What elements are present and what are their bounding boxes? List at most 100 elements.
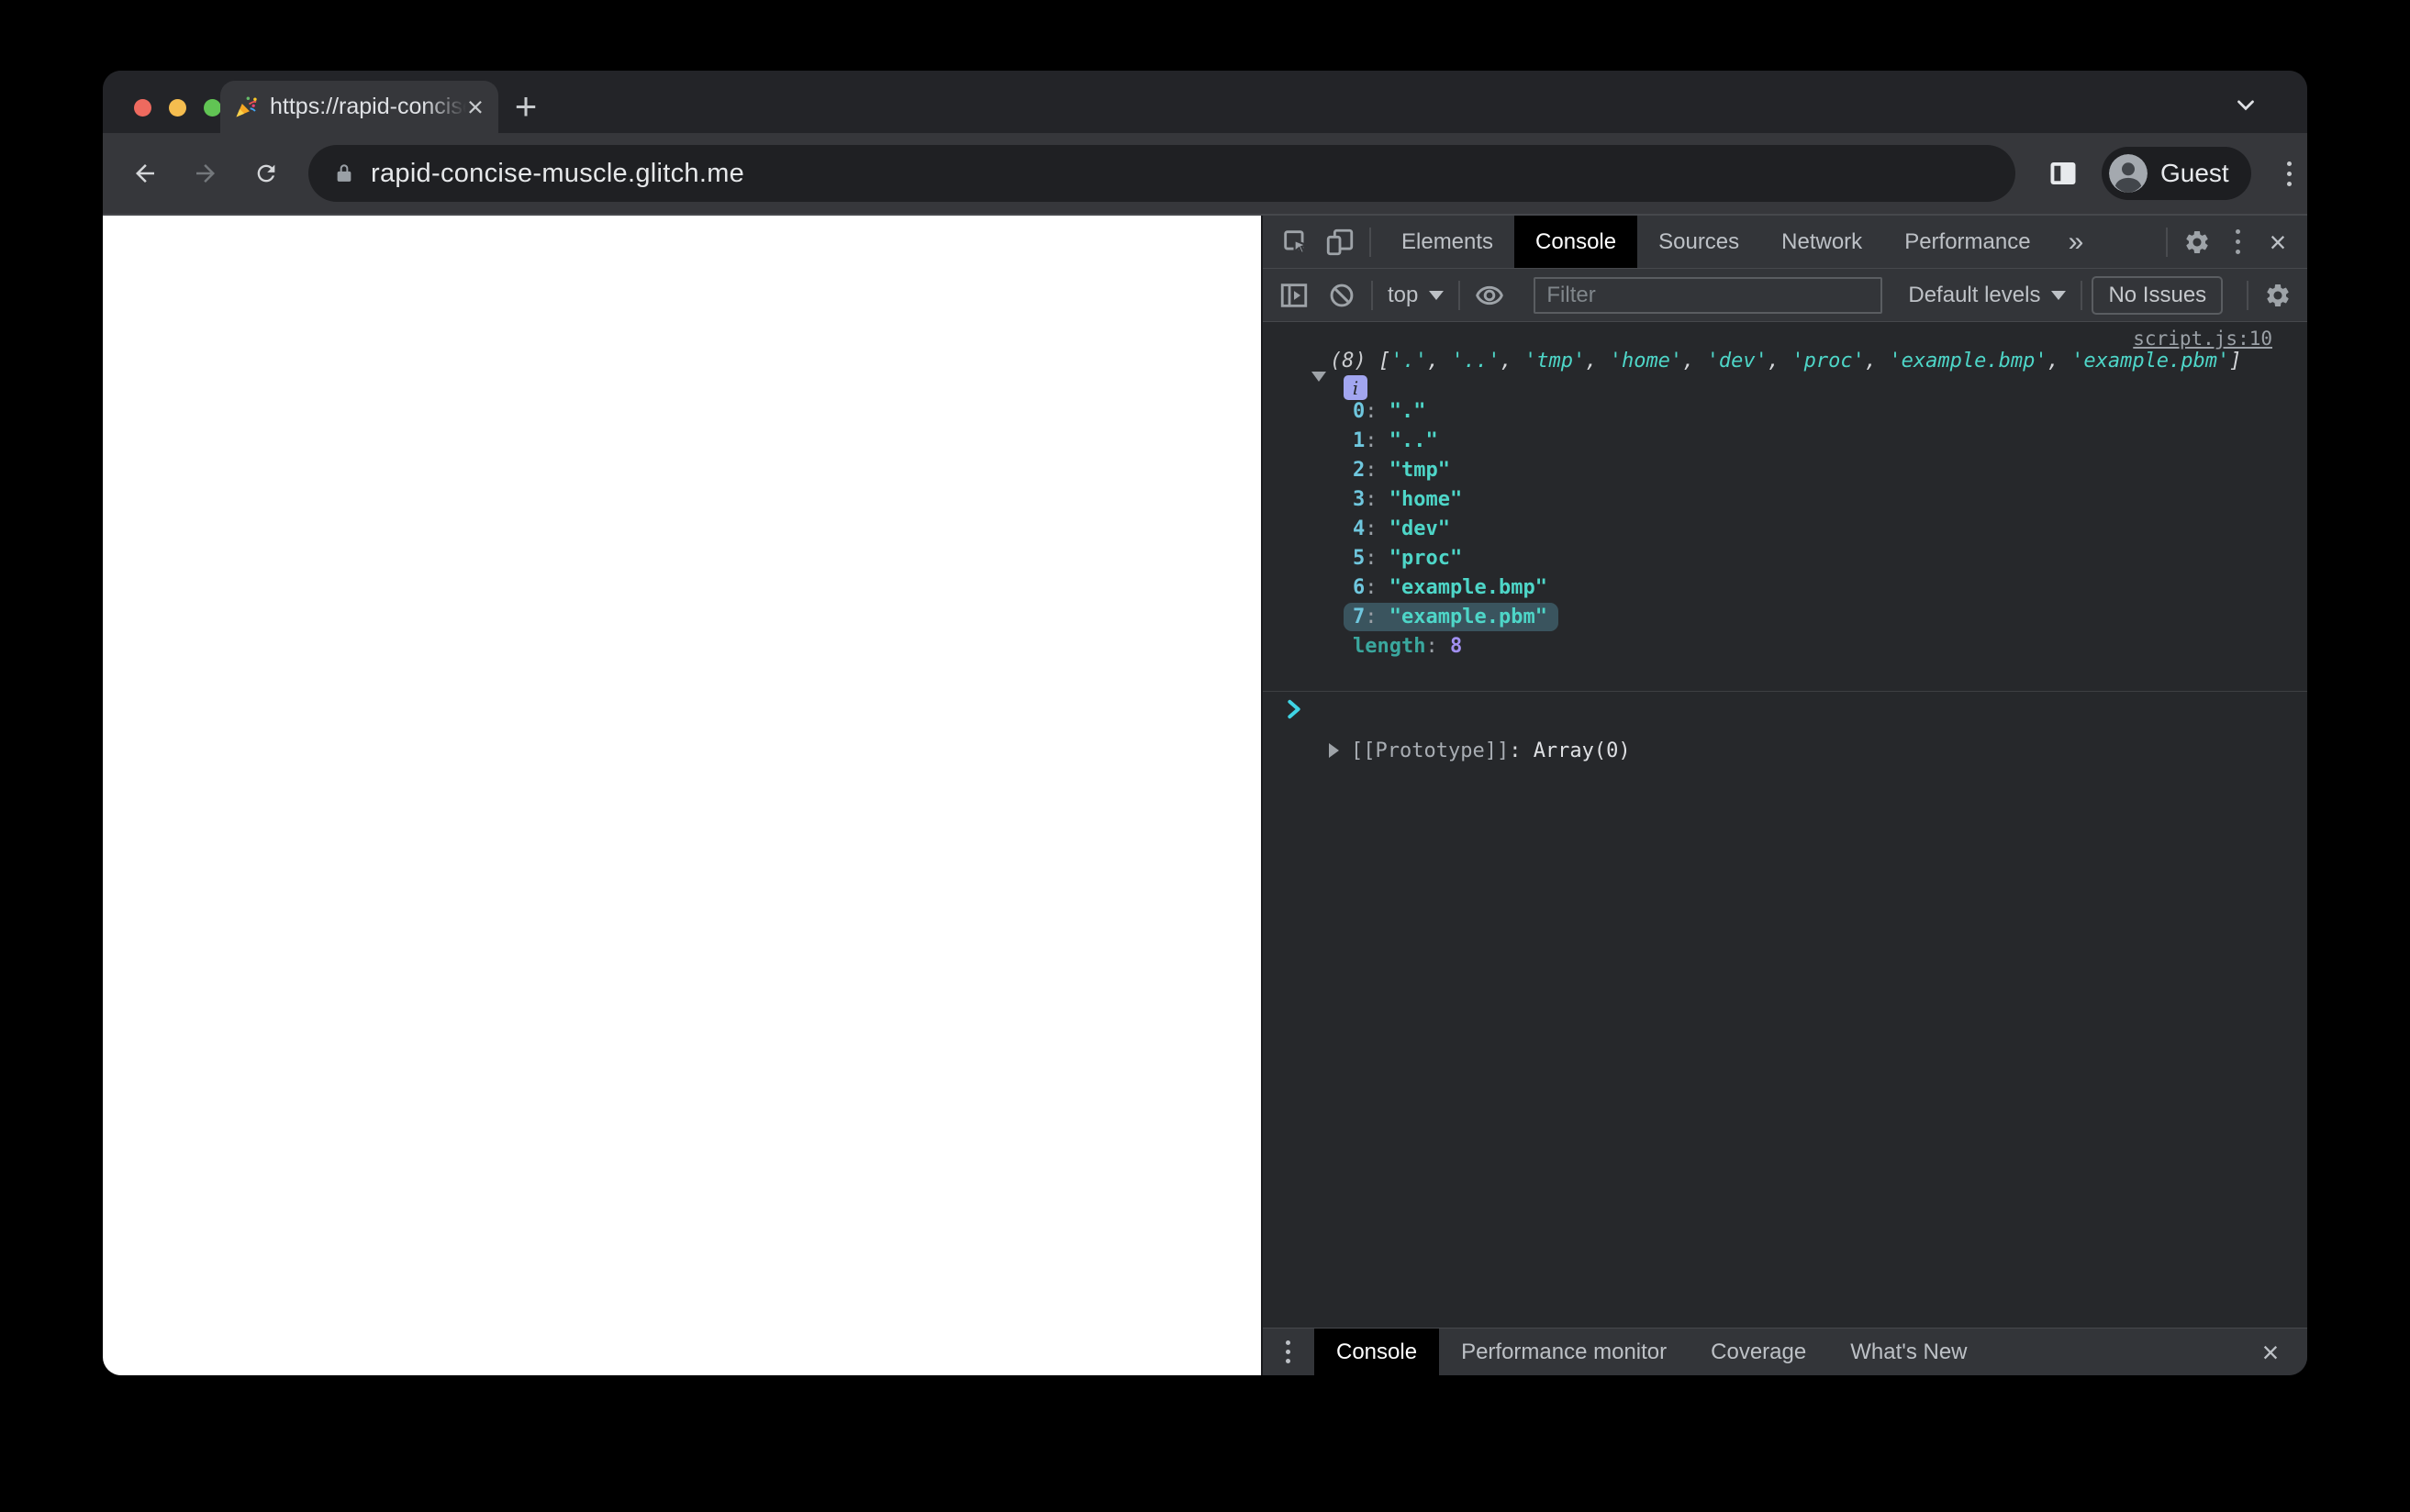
array-index: 7: [1353, 606, 1366, 628]
issues-counter[interactable]: No Issues: [2092, 275, 2224, 315]
browser-window: https://rapid-concise-muscle.g × +: [103, 71, 2307, 1375]
array-index: 3: [1353, 488, 1366, 511]
array-preview-item: 'example.pbm': [2071, 350, 2230, 372]
drawer-close-icon[interactable]: ×: [2250, 1332, 2291, 1373]
devtools-drawer: Console Performance monitor Coverage What's…: [1263, 1328, 2307, 1375]
devtools-tab-network[interactable]: Network: [1760, 216, 1883, 268]
reload-button[interactable]: [244, 151, 288, 195]
console-toolbar: top Default levels: [1263, 269, 2307, 322]
console-array-row[interactable]: 4: "dev": [1263, 515, 2307, 544]
array-index: 2: [1353, 459, 1366, 482]
array-preview-item: 'home': [1609, 350, 1683, 372]
devtools-tabs: Elements Console Sources Network Performance: [1380, 216, 2052, 268]
divider: [2247, 280, 2248, 310]
context-selector[interactable]: top: [1382, 283, 1449, 308]
console-prototype-row[interactable]: [[Prototype]]: Array(0): [1263, 737, 2307, 766]
array-value: ".": [1389, 400, 1426, 423]
array-index: 5: [1353, 547, 1366, 570]
window-controls: [134, 99, 221, 117]
drawer-tab-performance-monitor[interactable]: Performance monitor: [1439, 1329, 1689, 1375]
minimize-window-button[interactable]: [169, 99, 186, 117]
device-toolbar-icon[interactable]: [1320, 222, 1360, 262]
console-output: script.js:10 (8) ['.', '..', 'tmp', 'hom…: [1263, 322, 2307, 1328]
devtools-close-icon[interactable]: ×: [2258, 222, 2298, 262]
drawer-tab-coverage[interactable]: Coverage: [1689, 1329, 1828, 1375]
close-window-button[interactable]: [134, 99, 151, 117]
devtools-tabbar: Elements Console Sources Network Performance…: [1263, 216, 2307, 269]
info-badge-icon: i: [1344, 375, 1367, 400]
profile-label: Guest: [2160, 159, 2229, 187]
collapse-triangle-icon[interactable]: [1311, 372, 1326, 382]
array-preview-item: 'example.bmp': [1889, 350, 2047, 372]
tab-title: https://rapid-concise-muscle.g: [270, 94, 466, 120]
profile-button[interactable]: Guest: [2102, 147, 2251, 200]
drawer-tab-what-s-new[interactable]: What's New: [1828, 1329, 1989, 1375]
address-bar[interactable]: rapid-concise-muscle.glitch.me: [308, 145, 2015, 202]
drawer-menu-icon[interactable]: [1274, 1332, 1301, 1373]
console-array-preview[interactable]: (8) ['.', '..', 'tmp', 'home', 'dev', 'p…: [1330, 346, 2242, 377]
inspect-element-icon[interactable]: [1276, 222, 1316, 262]
array-index: 0: [1353, 400, 1366, 423]
drawer-tab-console[interactable]: Console: [1314, 1329, 1440, 1375]
log-levels-selector[interactable]: Default levels: [1902, 283, 2071, 308]
page-content: [103, 216, 1261, 1375]
live-expression-eye-icon[interactable]: [1469, 275, 1510, 316]
length-label: length: [1353, 635, 1426, 658]
array-preview-item: 'dev': [1706, 350, 1768, 372]
avatar: [2109, 154, 2148, 193]
lock-icon: [332, 161, 356, 185]
tab-strip: https://rapid-concise-muscle.g × +: [103, 71, 2307, 133]
drawer-tabs: Console Performance monitor Coverage What's…: [1314, 1329, 1990, 1375]
console-settings-gear-icon[interactable]: [2258, 275, 2298, 316]
array-value: "tmp": [1389, 459, 1450, 482]
clear-console-icon[interactable]: [1322, 275, 1362, 316]
console-array-row[interactable]: 0: ".": [1263, 397, 2307, 427]
tab-search-chevron-icon[interactable]: [2232, 91, 2259, 123]
browser-tab[interactable]: https://rapid-concise-muscle.g ×: [220, 81, 498, 133]
console-array-row[interactable]: 7: "example.pbm": [1263, 603, 2307, 632]
array-count-badge: (8): [1330, 350, 1378, 372]
array-index: 6: [1353, 576, 1366, 599]
browser-menu-icon[interactable]: [2271, 151, 2307, 195]
length-value: 8: [1449, 635, 1463, 658]
tab-close-icon[interactable]: ×: [467, 93, 484, 121]
side-panel-icon[interactable]: [2043, 153, 2083, 194]
console-prompt-chevron-icon[interactable]: [1281, 696, 1307, 728]
devtools-panel: Elements Console Sources Network Performance…: [1261, 216, 2307, 1375]
chevron-down-icon: [2051, 290, 2067, 300]
console-sidebar-icon[interactable]: [1274, 275, 1314, 316]
divider: [2166, 227, 2168, 257]
back-button[interactable]: [123, 151, 167, 195]
devtools-tab-console[interactable]: Console: [1514, 216, 1638, 268]
more-tabs-button[interactable]: »: [2052, 227, 2101, 258]
array-value: "example.pbm": [1389, 606, 1547, 628]
new-tab-button[interactable]: +: [504, 84, 548, 128]
divider: [1263, 691, 2307, 692]
divider: [2081, 280, 2083, 310]
forward-button[interactable]: [184, 151, 228, 195]
console-array-row[interactable]: 6: "example.bmp": [1263, 573, 2307, 603]
array-value: "..": [1389, 429, 1438, 452]
devtools-tab-performance[interactable]: Performance: [1883, 216, 2051, 268]
array-preview-item: 'proc': [1791, 350, 1865, 372]
console-array-rows: 0: "." 1: ".." 2: "tmp" 3: "home" 4: "dev" 5:…: [1263, 397, 2307, 662]
array-preview-item: 'tmp': [1523, 350, 1586, 372]
divider: [1371, 280, 1373, 310]
devtools-tab-sources[interactable]: Sources: [1637, 216, 1760, 268]
url-text: rapid-concise-muscle.glitch.me: [371, 158, 745, 188]
devtools-menu-icon[interactable]: [2217, 222, 2258, 262]
devtools-settings-gear-icon[interactable]: [2177, 222, 2217, 262]
console-length-row[interactable]: length: 8: [1263, 632, 2307, 662]
console-array-row[interactable]: 3: "home": [1263, 485, 2307, 515]
devtools-tab-elements[interactable]: Elements: [1380, 216, 1514, 268]
maximize-window-button[interactable]: [204, 99, 221, 117]
array-value: "dev": [1389, 517, 1450, 540]
array-preview-item: '..': [1451, 350, 1501, 372]
console-array-row[interactable]: 2: "tmp": [1263, 456, 2307, 485]
divider: [1369, 227, 1371, 257]
console-array-row[interactable]: 1: "..": [1263, 427, 2307, 456]
console-array-row[interactable]: 5: "proc": [1263, 544, 2307, 573]
array-value: "proc": [1389, 547, 1463, 570]
filter-input[interactable]: [1534, 276, 1883, 314]
tab-favicon-party-popper-icon: [233, 94, 259, 120]
